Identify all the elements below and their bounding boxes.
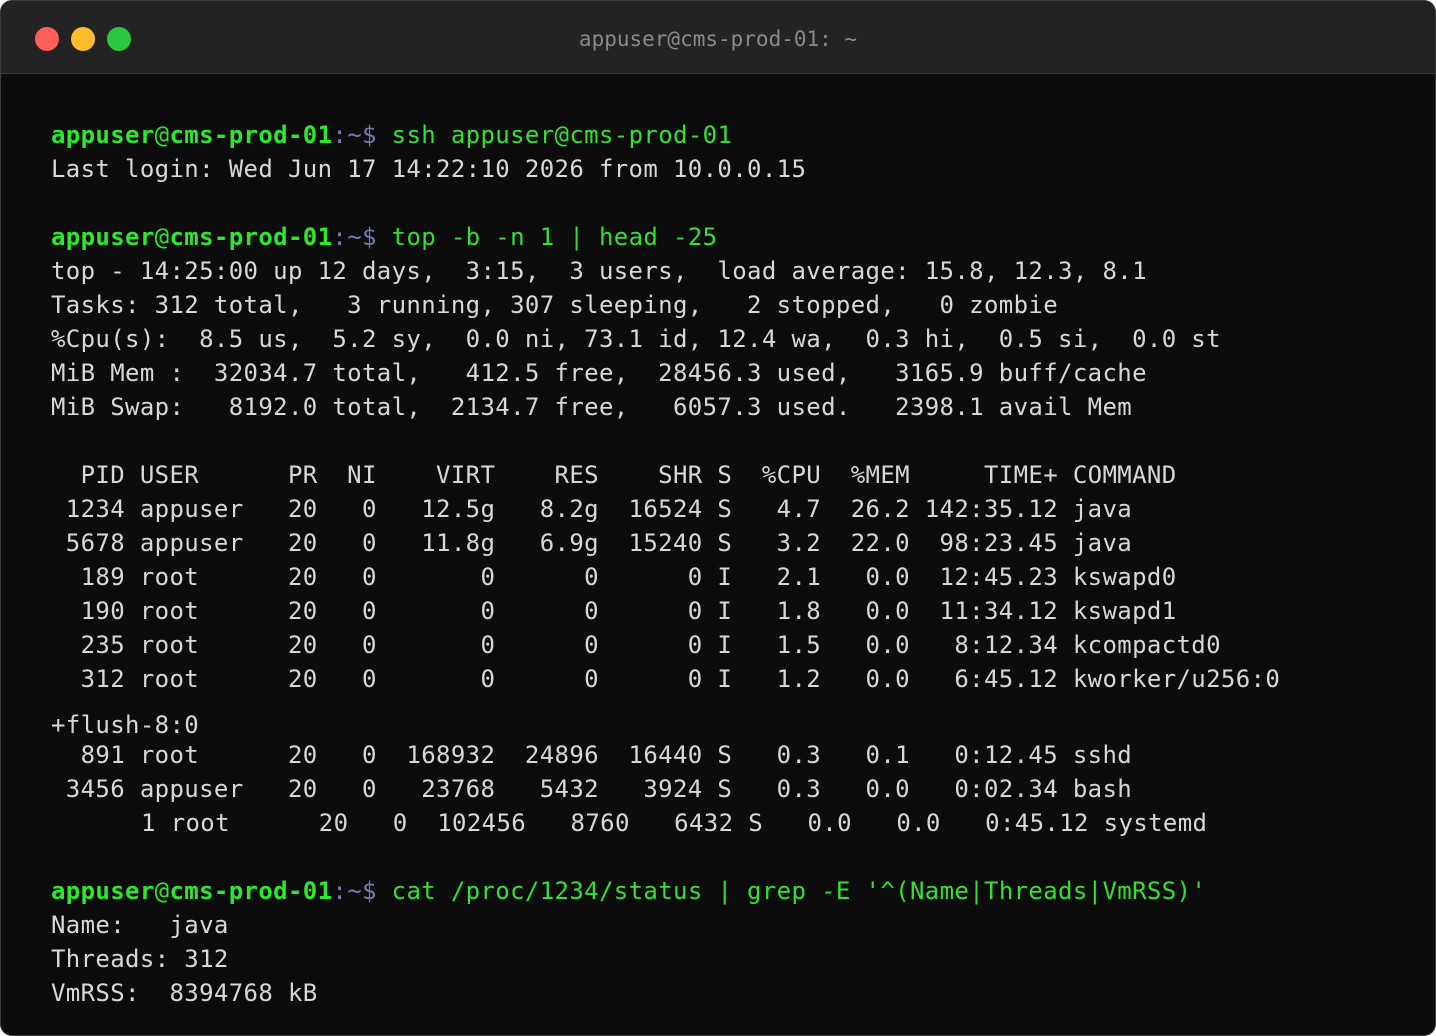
top-summary-line: MiB Mem : 32034.7 total, 412.5 free, 284… — [51, 359, 1147, 387]
top-summary-line: top - 14:25:00 up 12 days, 3:15, 3 users… — [51, 257, 1147, 285]
command-text: ssh appuser@cms-prod-01 — [391, 121, 733, 149]
prompt-user: appuser — [51, 877, 155, 905]
terminal-window: appuser@cms-prod-01: ~ appuser@cms-prod-… — [0, 0, 1436, 1036]
prompt-line: appuser@cms-prod-01:~$ top -b -n 1 | hea… — [51, 220, 1415, 254]
prompt-separator: :~$ — [332, 121, 392, 149]
window-title: appuser@cms-prod-01: ~ — [578, 27, 858, 51]
prompt-user: appuser — [51, 121, 155, 149]
prompt-line: appuser@cms-prod-01:~$ ssh appuser@cms-p… — [51, 118, 1415, 152]
status-line: Name: java — [51, 911, 229, 939]
process-row: 1 root 20 0 102456 8760 6432 S 0.0 0.0 0… — [67, 809, 1208, 837]
prompt-separator: :~$ — [332, 223, 392, 251]
top-summary-line: %Cpu(s): 8.5 us, 5.2 sy, 0.0 ni, 73.1 id… — [51, 325, 1221, 353]
prompt-at: @ — [154, 121, 170, 149]
title-bar: appuser@cms-prod-01: ~ — [1, 1, 1435, 74]
process-row: 235 root 20 0 0 0 0 I 1.5 0.0 8:12.34 kc… — [51, 631, 1221, 659]
status-line: VmRSS: 8394768 kB — [51, 979, 318, 1007]
prompt-host: cms-prod-01 — [169, 121, 333, 149]
command-text: top -b -n 1 | head -25 — [391, 223, 718, 251]
prompt-at: @ — [154, 223, 170, 251]
status-line: Threads: 312 — [51, 945, 229, 973]
prompt-at: @ — [154, 877, 170, 905]
prompt-user: appuser — [51, 223, 155, 251]
prompt-host: cms-prod-01 — [169, 877, 333, 905]
prompt-separator: :~$ — [332, 877, 392, 905]
process-row: 312 root 20 0 0 0 0 I 1.2 0.0 6:45.12 kw… — [51, 665, 1281, 693]
process-table-header: PID USER PR NI VIRT RES SHR S %CPU %MEM … — [51, 461, 1177, 489]
prompt-line: appuser@cms-prod-01:~$ cat /proc/1234/st… — [51, 874, 1415, 908]
process-row: 189 root 20 0 0 0 0 I 2.1 0.0 12:45.23 k… — [51, 563, 1177, 591]
top-summary-line: Tasks: 312 total, 3 running, 307 sleepin… — [51, 291, 1059, 319]
wrapped-command-line: +flush-8:0 — [51, 711, 200, 739]
top-summary-line: MiB Swap: 8192.0 total, 2134.7 free, 605… — [51, 393, 1133, 421]
process-row: 891 root 20 0 168932 24896 16440 S 0.3 0… — [51, 741, 1133, 769]
process-row: 3456 appuser 20 0 23768 5432 3924 S 0.3 … — [51, 775, 1133, 803]
process-row: 190 root 20 0 0 0 0 I 1.8 0.0 11:34.12 k… — [51, 597, 1177, 625]
terminal-output[interactable]: appuser@cms-prod-01:~$ ssh appuser@cms-p… — [51, 118, 1415, 1010]
process-row: 1234 appuser 20 0 12.5g 8.2g 16524 S 4.7… — [51, 495, 1133, 523]
command-text: cat /proc/1234/status | grep -E '^(Name|… — [391, 877, 1207, 905]
output-line: Last login: Wed Jun 17 14:22:10 2026 fro… — [51, 155, 807, 183]
prompt-host: cms-prod-01 — [169, 223, 333, 251]
process-row: 5678 appuser 20 0 11.8g 6.9g 15240 S 3.2… — [51, 529, 1133, 557]
